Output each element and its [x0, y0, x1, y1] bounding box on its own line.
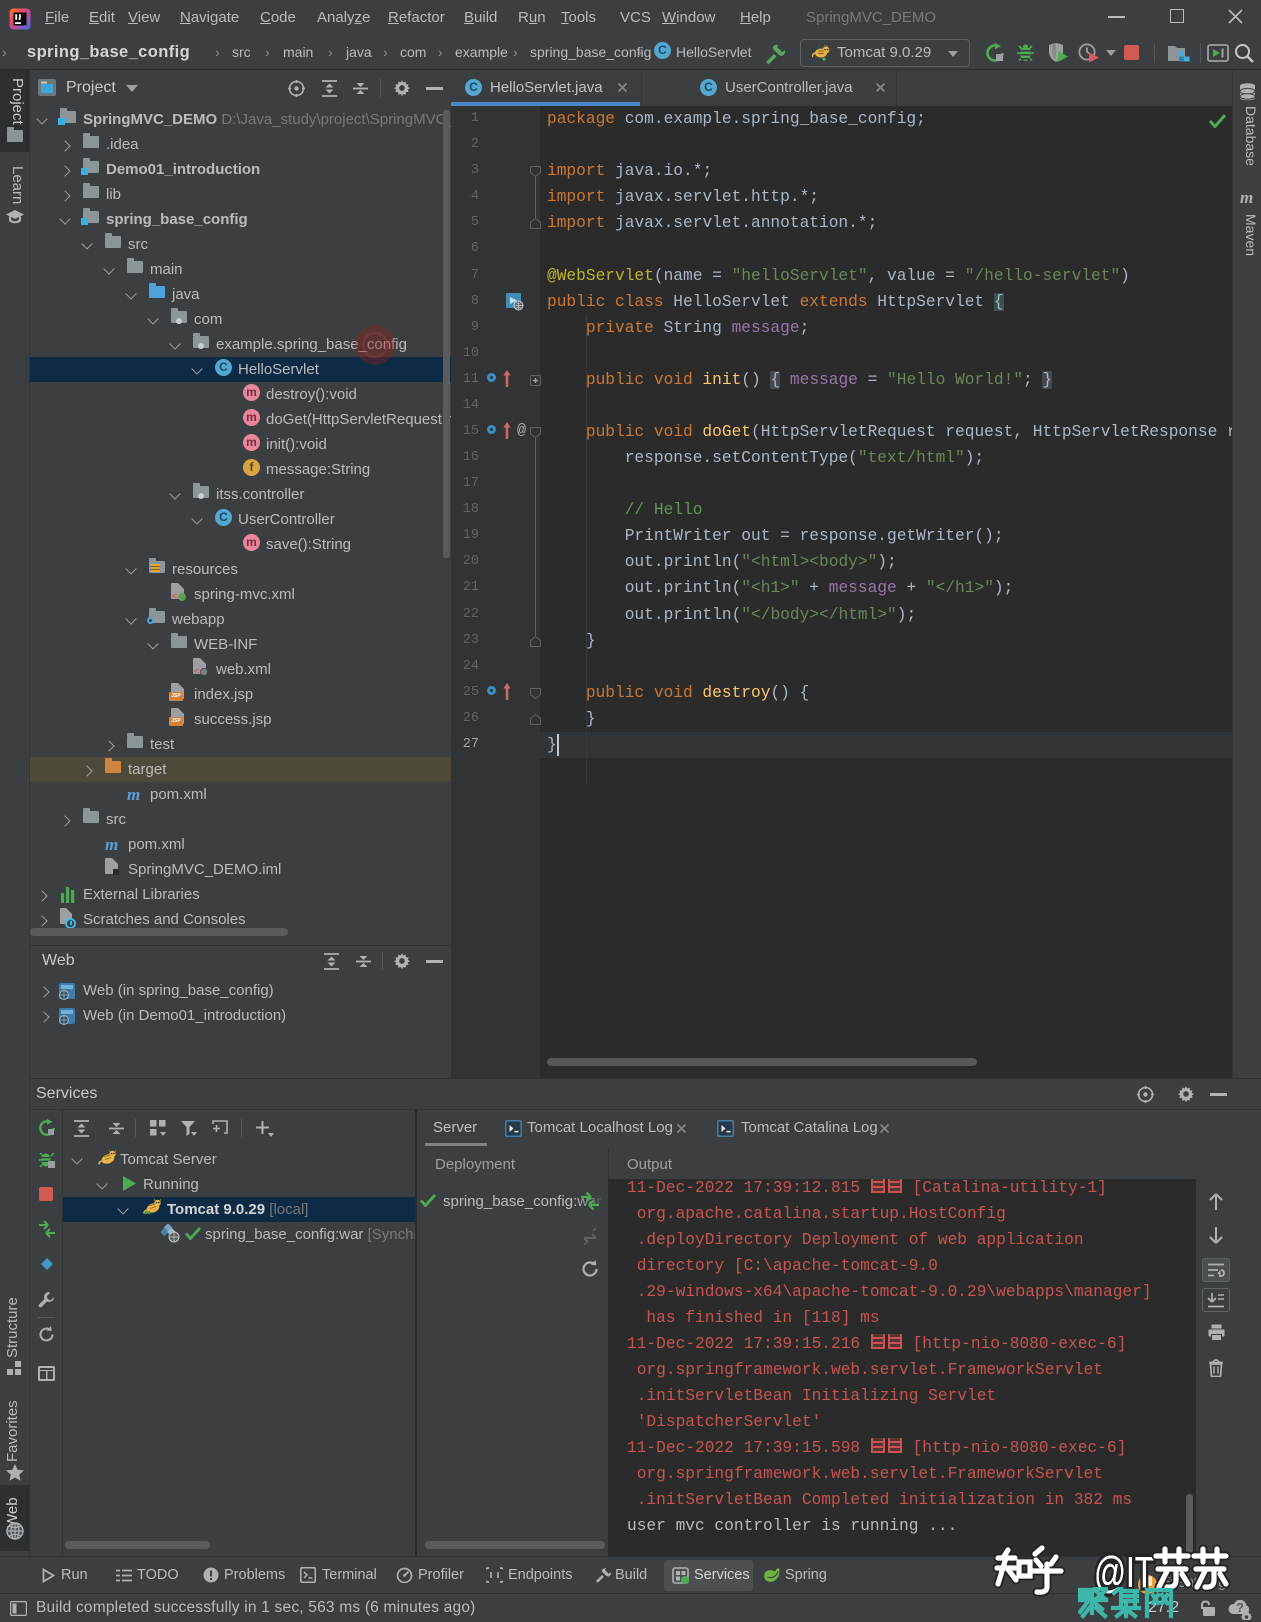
svg-text:?: ? [1236, 1600, 1244, 1615]
